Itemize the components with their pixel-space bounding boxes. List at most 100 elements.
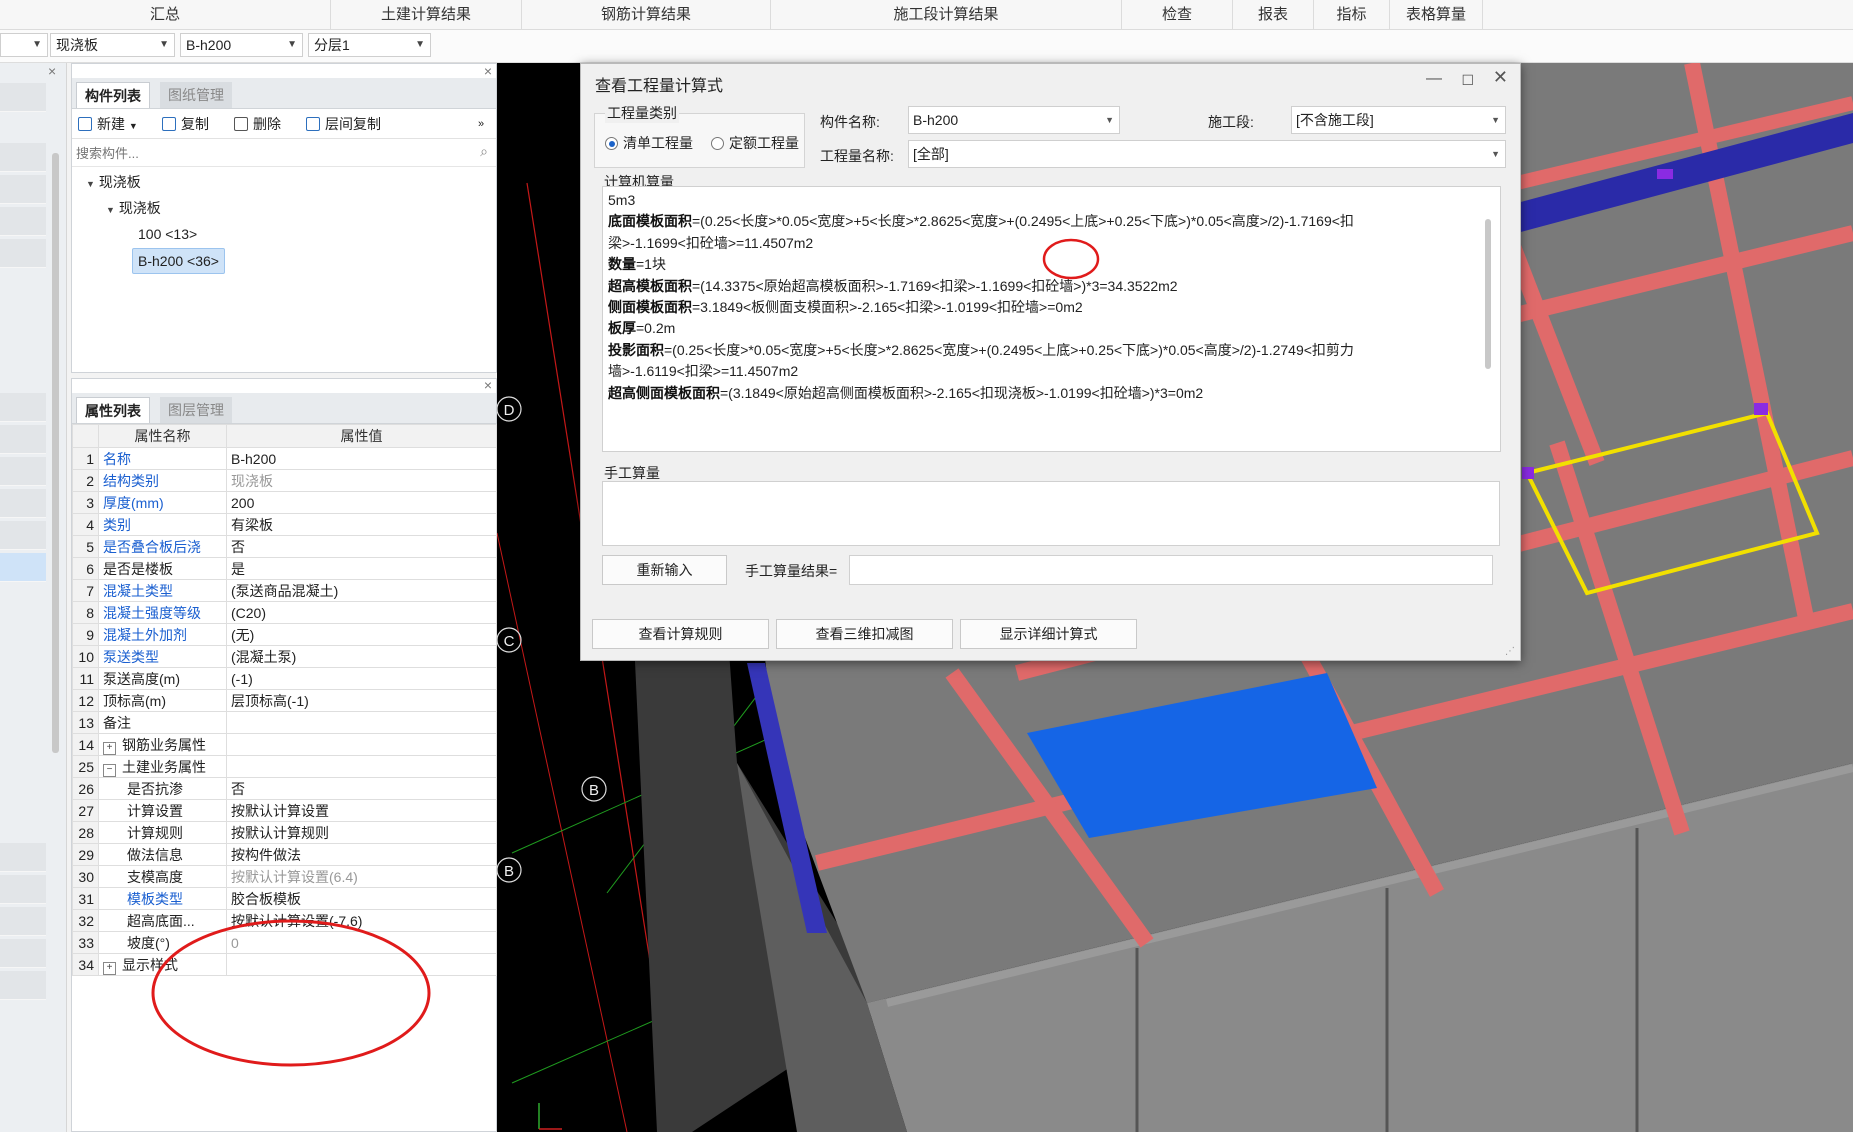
- type-select[interactable]: 现浇板 ▼: [50, 33, 175, 57]
- expand-icon[interactable]: +: [103, 741, 116, 755]
- property-row[interactable]: 6 是否是楼板 是: [72, 557, 497, 580]
- property-row[interactable]: 10 泵送类型 (混凝土泵): [72, 645, 497, 668]
- property-value[interactable]: (C20): [226, 601, 497, 624]
- tree-root[interactable]: ▼ 现浇板: [86, 170, 141, 194]
- component-search[interactable]: ⌕: [72, 140, 496, 167]
- property-row[interactable]: 25− 土建业务属性: [72, 755, 497, 778]
- property-row[interactable]: 28 计算规则 按默认计算规则: [72, 821, 497, 844]
- left-scrollbar[interactable]: [52, 153, 59, 753]
- menu-segment-results[interactable]: 施工段计算结果: [771, 0, 1122, 29]
- property-value[interactable]: 按默认计算设置(6.4): [226, 865, 497, 888]
- nav-cell[interactable]: [0, 83, 46, 112]
- property-value[interactable]: [226, 733, 497, 756]
- property-row[interactable]: 31 模板类型 胶合板模板: [72, 887, 497, 910]
- nav-cell[interactable]: [0, 393, 46, 422]
- collapse-icon[interactable]: −: [103, 763, 116, 777]
- property-value[interactable]: 现浇板: [226, 469, 497, 492]
- nav-cell[interactable]: [0, 143, 46, 172]
- property-value[interactable]: 按默认计算规则: [226, 821, 497, 844]
- new-button[interactable]: 新建 ▼: [78, 110, 138, 138]
- delete-button[interactable]: 删除: [234, 110, 281, 138]
- more-icon[interactable]: »: [478, 110, 484, 138]
- tree-child[interactable]: ▼ 现浇板: [106, 196, 161, 220]
- property-value[interactable]: [226, 711, 497, 734]
- copy-button[interactable]: 复制: [162, 110, 209, 138]
- property-value[interactable]: (混凝土泵): [226, 645, 497, 668]
- nav-cell[interactable]: [0, 425, 46, 454]
- search-input[interactable]: [74, 140, 458, 166]
- tab-drawing-manage[interactable]: 图纸管理: [160, 82, 232, 108]
- tab-layer-manage[interactable]: 图层管理: [160, 397, 232, 423]
- view-3d-deduction-button[interactable]: 查看三维扣减图: [776, 619, 953, 649]
- close-icon[interactable]: ×: [48, 63, 56, 79]
- nav-cell[interactable]: [0, 239, 46, 268]
- view-rules-button[interactable]: 查看计算规则: [592, 619, 769, 649]
- nav-cell[interactable]: [0, 907, 46, 936]
- nav-cell[interactable]: [0, 521, 46, 550]
- maximize-icon[interactable]: ☐: [1461, 72, 1474, 89]
- close-icon[interactable]: ×: [484, 377, 492, 393]
- property-row[interactable]: 11 泵送高度(m) (-1): [72, 667, 497, 690]
- component-name-combo[interactable]: B-h200 ▼: [908, 106, 1120, 134]
- minimize-icon[interactable]: —: [1426, 70, 1442, 88]
- property-row[interactable]: 3 厚度(mm) 200: [72, 491, 497, 514]
- menu-check[interactable]: 检查: [1122, 0, 1233, 29]
- property-row[interactable]: 9 混凝土外加剂 (无): [72, 623, 497, 646]
- radio-list-quantity[interactable]: 清单工程量: [605, 133, 693, 153]
- property-row[interactable]: 26 是否抗渗 否: [72, 777, 497, 800]
- property-value[interactable]: (泵送商品混凝土): [226, 579, 497, 602]
- close-icon[interactable]: ✕: [1493, 67, 1508, 88]
- tab-component-list[interactable]: 构件列表: [76, 82, 150, 108]
- property-value[interactable]: 是: [226, 557, 497, 580]
- nav-cell[interactable]: [0, 175, 46, 204]
- nav-cell[interactable]: [0, 457, 46, 486]
- segment-combo[interactable]: [不含施工段] ▼: [1291, 106, 1506, 134]
- property-value[interactable]: 200: [226, 491, 497, 514]
- property-row[interactable]: 30 支模高度 按默认计算设置(6.4): [72, 865, 497, 888]
- property-row[interactable]: 12 顶标高(m) 层顶标高(-1): [72, 689, 497, 712]
- floor-select[interactable]: ▼: [0, 33, 48, 57]
- calc-scrollbar[interactable]: [1485, 219, 1491, 369]
- property-row[interactable]: 1 名称 B-h200: [72, 447, 497, 470]
- floor-copy-button[interactable]: 层间复制: [306, 110, 381, 138]
- property-value[interactable]: [226, 755, 497, 778]
- menu-civil-results[interactable]: 土建计算结果: [331, 0, 522, 29]
- nav-cell[interactable]: [0, 489, 46, 518]
- component-select[interactable]: B-h200 ▼: [180, 33, 303, 57]
- property-value[interactable]: (-1): [226, 667, 497, 690]
- property-row[interactable]: 13 备注: [72, 711, 497, 734]
- tab-property-list[interactable]: 属性列表: [76, 397, 150, 423]
- layer-select[interactable]: 分层1 ▼: [308, 33, 431, 57]
- menu-table-quantity[interactable]: 表格算量: [1390, 0, 1483, 29]
- menu-summary[interactable]: 汇总: [0, 0, 331, 29]
- property-row[interactable]: 5 是否叠合板后浇 否: [72, 535, 497, 558]
- property-row[interactable]: 8 混凝土强度等级 (C20): [72, 601, 497, 624]
- property-row[interactable]: 7 混凝土类型 (泵送商品混凝土): [72, 579, 497, 602]
- radio-quota-quantity[interactable]: 定额工程量: [711, 133, 799, 153]
- tree-item-100[interactable]: 100 <13>: [138, 222, 197, 246]
- property-value[interactable]: 有梁板: [226, 513, 497, 536]
- nav-cell[interactable]: [0, 843, 46, 872]
- reinput-button[interactable]: 重新输入: [602, 555, 727, 585]
- menu-report[interactable]: 报表: [1233, 0, 1314, 29]
- menu-rebar-results[interactable]: 钢筋计算结果: [522, 0, 771, 29]
- property-value[interactable]: 胶合板模板: [226, 887, 497, 910]
- close-icon[interactable]: ×: [484, 63, 492, 79]
- nav-cell[interactable]: [0, 875, 46, 904]
- property-value[interactable]: 层顶标高(-1): [226, 689, 497, 712]
- property-value[interactable]: 否: [226, 535, 497, 558]
- nav-cell[interactable]: [0, 207, 46, 236]
- property-row[interactable]: 2 结构类别 现浇板: [72, 469, 497, 492]
- property-value[interactable]: 按构件做法: [226, 843, 497, 866]
- property-row[interactable]: 27 计算设置 按默认计算设置: [72, 799, 497, 822]
- expand-icon[interactable]: +: [103, 961, 116, 975]
- computer-calc-text[interactable]: 5m3 底面模板面积=(0.25<长度>*0.05<宽度>+5<长度>*2.862…: [602, 186, 1501, 452]
- manual-calc-input[interactable]: [602, 481, 1500, 546]
- search-icon[interactable]: ⌕: [480, 143, 488, 160]
- quantity-name-combo[interactable]: [全部] ▼: [908, 140, 1506, 168]
- property-value[interactable]: B-h200: [226, 447, 497, 470]
- show-detail-formula-button[interactable]: 显示详细计算式: [960, 619, 1137, 649]
- manual-result-input[interactable]: [849, 555, 1493, 585]
- nav-cell[interactable]: [0, 939, 46, 968]
- nav-cell-selected[interactable]: [0, 553, 46, 582]
